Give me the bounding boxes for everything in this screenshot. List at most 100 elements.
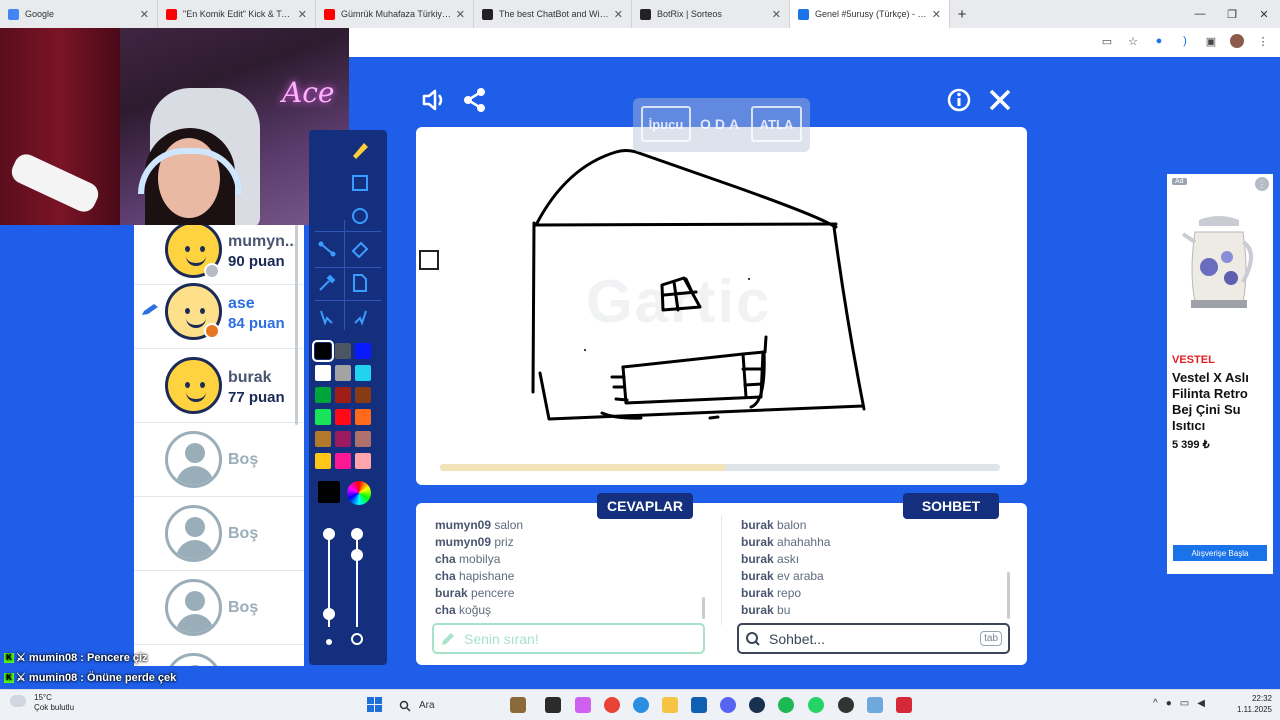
info-icon[interactable] [945, 86, 973, 114]
app-icon[interactable] [896, 697, 912, 713]
color-swatch[interactable] [355, 431, 371, 447]
task-view-icon[interactable] [545, 697, 561, 713]
skip-button[interactable]: ATLA [751, 106, 802, 142]
hint-button[interactable]: İpucu [641, 106, 691, 142]
new-tab-button[interactable]: + [950, 6, 974, 23]
color-swatch[interactable] [315, 431, 331, 447]
color-swatch[interactable] [335, 343, 351, 359]
tab-close-icon[interactable]: ✕ [614, 8, 623, 21]
weather-widget[interactable]: 15°C Çok bulutlu [10, 693, 74, 713]
ad-options-icon[interactable]: ⋮ [1255, 177, 1269, 191]
browser-tab[interactable]: The best ChatBot and Widgets ✕ [474, 0, 632, 28]
advertisement[interactable]: Ad ⋮ VESTEL Vestel X Aslı Filinta Retro … [1167, 174, 1273, 574]
chat-scrollbar[interactable] [1007, 572, 1010, 619]
color-swatch[interactable] [355, 453, 371, 469]
new-page-tool-icon[interactable] [347, 270, 373, 296]
color-swatch[interactable] [355, 387, 371, 403]
color-swatch[interactable] [355, 409, 371, 425]
tab-close-icon[interactable]: ✕ [298, 8, 307, 21]
network-icon[interactable]: ▭ [1180, 698, 1189, 709]
browser-menu-icon[interactable]: ⋮ [1256, 34, 1270, 48]
color-swatch[interactable] [335, 409, 351, 425]
extension-icon[interactable]: ● [1152, 34, 1166, 48]
redo-tool-icon[interactable] [347, 304, 373, 330]
slider-knob[interactable] [323, 608, 335, 620]
color-swatch[interactable] [355, 343, 371, 359]
ad-shop-button[interactable]: Alışverişe Başla [1173, 545, 1267, 561]
browser-tab-bar: Google✕ "En Komik Edit" Kick & Twitch I✕… [0, 0, 1280, 28]
circle-tool-icon[interactable] [347, 203, 373, 229]
slider-knob[interactable] [323, 528, 335, 540]
slider-knob[interactable] [351, 528, 363, 540]
volume-icon[interactable] [420, 86, 448, 114]
close-window-button[interactable]: ✕ [1248, 8, 1280, 21]
undo-tool-icon[interactable] [314, 304, 340, 330]
browser-tab[interactable]: Google ✕ [0, 0, 158, 28]
steam-icon[interactable] [749, 697, 765, 713]
eyedropper-tool-icon[interactable] [314, 270, 340, 296]
settings-icon[interactable] [867, 697, 883, 713]
opacity-slider[interactable] [356, 532, 358, 627]
answer-input[interactable]: Senin sıran! [432, 623, 705, 654]
extensions-puzzle-icon[interactable]: ▣ [1204, 34, 1218, 48]
tab-close-icon[interactable]: ✕ [456, 8, 465, 21]
brush-size-indicator [419, 250, 439, 270]
color-swatch[interactable] [335, 387, 351, 403]
room-label: ODA [700, 116, 744, 132]
clock[interactable]: 22:32 1.11.2025 [1237, 693, 1272, 715]
eraser-tool-icon[interactable] [347, 236, 373, 262]
chat-message: burak askı [741, 552, 800, 566]
tab-close-icon[interactable]: ✕ [140, 8, 149, 21]
bookmark-star-icon[interactable]: ☆ [1126, 34, 1140, 48]
microphone-icon[interactable]: ● [1166, 698, 1172, 709]
pencil-tool-icon[interactable] [347, 138, 373, 164]
color-swatch[interactable] [315, 387, 331, 403]
copilot-icon[interactable] [575, 697, 591, 713]
line-tool-icon[interactable] [314, 236, 340, 262]
players-scrollbar[interactable] [295, 225, 298, 425]
file-explorer-icon[interactable] [662, 697, 678, 713]
chat-input[interactable]: Sohbet... tab [737, 623, 1010, 654]
browser-tab[interactable]: BotRix | Sorteos ✕ [632, 0, 790, 28]
drawing-canvas[interactable]: Gartic [416, 127, 1027, 485]
spotify-icon[interactable] [778, 697, 794, 713]
tab-close-icon[interactable]: ✕ [772, 8, 781, 21]
capybara-widget-icon[interactable] [510, 697, 526, 713]
minimize-button[interactable]: — [1184, 8, 1216, 20]
store-icon[interactable] [691, 697, 707, 713]
answers-scrollbar[interactable] [702, 597, 705, 619]
color-swatch[interactable] [355, 365, 371, 381]
audio-icon[interactable]: ) [1178, 34, 1192, 48]
chrome-icon[interactable] [604, 697, 620, 713]
obs-icon[interactable] [838, 697, 854, 713]
discord-icon[interactable] [720, 697, 736, 713]
ad-title[interactable]: Vestel X Aslı Filinta Retro Bej Çini Su … [1172, 370, 1270, 434]
current-color-swatch[interactable] [318, 481, 340, 503]
color-swatch[interactable] [335, 453, 351, 469]
color-swatch[interactable] [315, 453, 331, 469]
install-app-icon[interactable]: ▭ [1100, 34, 1114, 48]
color-swatch[interactable] [312, 340, 334, 362]
rectangle-tool-icon[interactable] [347, 170, 373, 196]
whatsapp-icon[interactable] [808, 697, 824, 713]
start-button-icon[interactable] [367, 697, 383, 713]
browser-tab[interactable]: Gümrük Muhafaza Türkiye 16.1✕ [316, 0, 474, 28]
color-swatch[interactable] [335, 365, 351, 381]
player-score: 84 puan [228, 315, 285, 332]
restore-button[interactable]: ❐ [1216, 8, 1248, 21]
color-swatch[interactable] [335, 431, 351, 447]
browser-tab-active[interactable]: Genel #5urusy (Türkçe) - Gartic✕ [790, 0, 950, 28]
share-icon[interactable] [461, 86, 489, 114]
edge-icon[interactable] [633, 697, 649, 713]
tray-chevron-icon[interactable]: ^ [1153, 698, 1158, 709]
profile-avatar-icon[interactable] [1230, 34, 1244, 48]
color-swatch[interactable] [315, 365, 331, 381]
speaker-icon[interactable]: ◀ [1197, 698, 1205, 709]
slider-knob[interactable] [351, 549, 363, 561]
tab-close-icon[interactable]: ✕ [932, 8, 941, 21]
close-icon[interactable] [986, 86, 1014, 114]
ad-badge: Ad [1172, 178, 1187, 185]
browser-tab[interactable]: "En Komik Edit" Kick & Twitch I✕ [158, 0, 316, 28]
color-swatch[interactable] [315, 409, 331, 425]
color-picker-icon[interactable] [347, 481, 371, 505]
